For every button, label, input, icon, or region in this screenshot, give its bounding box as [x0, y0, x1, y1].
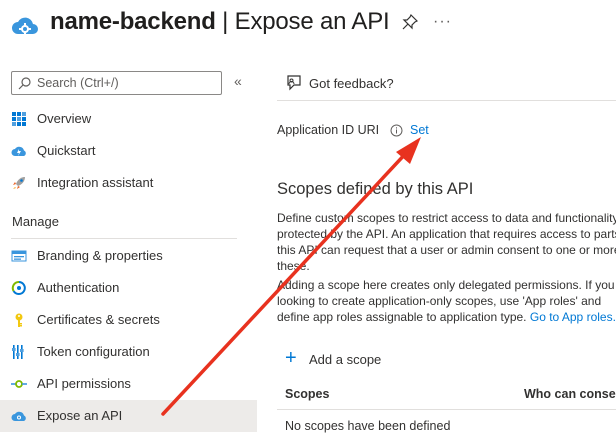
branding-icon: [11, 250, 27, 262]
column-header-who-can-consent[interactable]: Who can consent: [524, 387, 616, 401]
scopes-description: Define custom scopes to restrict access …: [277, 211, 616, 273]
sidebar-item-label: Overview: [37, 111, 92, 126]
sidebar-item-authentication[interactable]: Authentication: [0, 272, 257, 304]
section-divider: [11, 238, 237, 239]
quickstart-cloud-icon: [11, 146, 26, 156]
app-registration-cloud-icon: [12, 17, 38, 35]
search-placeholder: Search (Ctrl+/): [37, 76, 119, 90]
key-icon: [15, 313, 23, 327]
feedback-label: Got feedback?: [309, 76, 394, 91]
more-options-icon[interactable]: ···: [433, 13, 452, 31]
title-separator: |: [215, 8, 235, 35]
sidebar-item-label: Certificates & secrets: [37, 312, 160, 327]
scopes-delegated-note: Adding a scope here creates only delegat…: [277, 277, 616, 325]
sidebar-item-token-configuration[interactable]: Token configuration: [0, 336, 257, 368]
sidebar-section-manage: Manage: [12, 214, 59, 229]
sidebar-item-label: Expose an API: [37, 408, 123, 423]
sidebar-item-label: Branding & properties: [37, 248, 163, 263]
info-icon[interactable]: [390, 124, 403, 137]
sidebar-item-label: Integration assistant: [37, 175, 154, 190]
sidebar-item-quickstart[interactable]: Quickstart: [0, 135, 257, 167]
scopes-empty-message: No scopes have been defined: [285, 419, 451, 433]
sidebar-item-integration-assistant[interactable]: Integration assistant: [0, 167, 257, 199]
go-to-app-roles-link[interactable]: Go to App roles.: [530, 310, 616, 324]
page-title: name-backend | Expose an API: [50, 8, 390, 36]
pin-icon[interactable]: [402, 14, 418, 30]
sidebar-item-overview[interactable]: Overview: [0, 103, 257, 135]
page-header: name-backend | Expose an API ···: [0, 0, 616, 52]
sidebar-item-api-permissions[interactable]: API permissions: [0, 368, 257, 400]
scopes-table-header: Scopes Who can consent: [277, 380, 616, 410]
authentication-icon: [11, 281, 26, 295]
rocket-icon: [13, 177, 25, 189]
sidebar-item-label: Token configuration: [37, 344, 150, 359]
api-permissions-icon: [11, 380, 27, 388]
sidebar-item-branding[interactable]: Branding & properties: [0, 240, 257, 272]
app-name: name-backend: [50, 8, 216, 35]
expose-api-cloud-icon: [11, 411, 26, 421]
column-header-scopes[interactable]: Scopes: [285, 387, 329, 401]
application-id-uri-label: Application ID URI: [277, 123, 380, 137]
sidebar-item-expose-an-api[interactable]: Expose an API: [0, 400, 257, 432]
toolbar-divider: [277, 100, 616, 101]
set-application-id-uri-link[interactable]: Set: [410, 123, 429, 137]
sidebar-item-label: API permissions: [37, 376, 131, 391]
token-config-icon: [12, 345, 24, 359]
plus-icon: +: [285, 347, 297, 369]
overview-grid-icon: [12, 112, 26, 126]
collapse-sidebar-button[interactable]: «: [234, 73, 242, 89]
sidebar-search-input[interactable]: Search (Ctrl+/): [11, 71, 222, 95]
scopes-section-title: Scopes defined by this API: [277, 180, 474, 198]
feedback-icon: [287, 75, 301, 91]
sidebar-item-label: Authentication: [37, 280, 120, 295]
sidebar-item-label: Quickstart: [37, 143, 96, 158]
add-scope-label: Add a scope: [309, 352, 382, 367]
sidebar-item-certificates-secrets[interactable]: Certificates & secrets: [0, 304, 257, 336]
search-icon: [18, 77, 31, 90]
page-name: Expose an API: [234, 8, 390, 35]
